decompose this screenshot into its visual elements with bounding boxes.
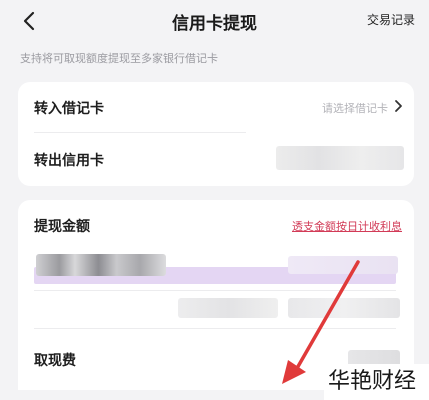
watermark-text: 华艳财经 bbox=[324, 364, 429, 400]
annotation-arrow bbox=[282, 260, 360, 384]
